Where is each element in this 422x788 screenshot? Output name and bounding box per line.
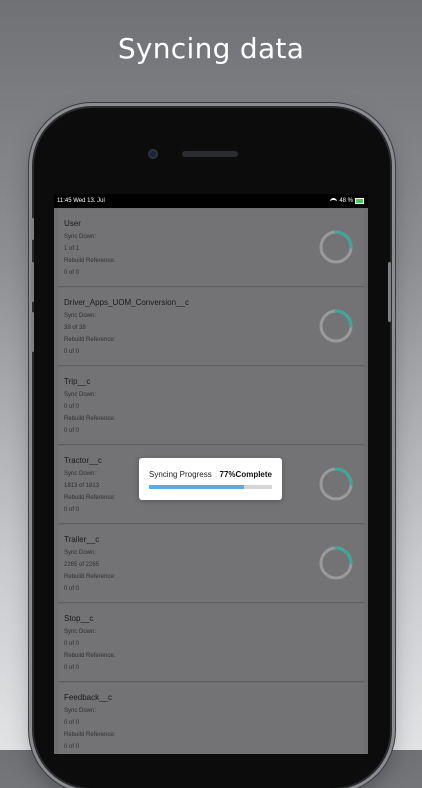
sync-down-value: 0 of 0 [64,404,80,410]
wifi-icon [330,197,338,205]
rebuild-reference-value: 0 of 0 [64,665,80,671]
sync-item-card[interactable]: Driver_Apps_UOM_Conversion__c Sync Down: 3… [58,288,364,366]
sync-item-name: Feedback__c [64,693,113,702]
rebuild-reference-value: 0 of 0 [64,428,80,434]
sync-down-value: 0 of 0 [64,641,80,647]
sync-item-name: Stop__c [64,614,94,623]
sync-down-value: 0 of 0 [64,720,80,726]
battery-icon [355,198,364,204]
sync-item-card[interactable]: User Sync Down: 1 of 1 Rebuild Reference: 0 … [58,209,364,287]
status-right: 48 % [330,194,364,208]
rebuild-reference-label: Rebuild Reference: [64,416,116,422]
sync-status-ring-icon [319,544,354,582]
sync-status-ring-icon [319,307,354,345]
rebuild-reference-label: Rebuild Reference: [64,653,116,659]
rebuild-reference-value: 0 of 0 [64,586,80,592]
sync-progress-dialog: Syncing Progress 77%Complete [139,458,282,500]
rebuild-reference-value: 0 of 0 [64,270,80,276]
rebuild-reference-value: 0 of 0 [64,349,80,355]
phone-power-button [388,262,391,322]
sync-item-card[interactable]: Feedback__c Sync Down: 0 of 0 Rebuild Refer… [58,683,364,754]
rebuild-reference-label: Rebuild Reference: [64,495,116,501]
sync-item-name: Trip__c [64,377,91,386]
rebuild-reference-label: Rebuild Reference: [64,258,116,264]
progress-percent: 77%Complete [219,470,272,479]
sync-down-value: 1813 of 1813 [64,483,100,489]
headline: Syncing data [117,32,305,65]
rebuild-reference-value: 0 of 0 [64,744,80,750]
sync-down-label: Sync Down: [64,234,97,240]
sync-down-label: Sync Down: [64,313,97,319]
earpiece-speaker [182,151,238,157]
status-bar: 11:45 Wed 13. Jul 48 % [54,194,368,208]
phone-volume-down [31,312,34,352]
rebuild-reference-label: Rebuild Reference: [64,337,116,343]
sync-down-label: Sync Down: [64,629,97,635]
sync-item-name: Tractor__c [64,456,102,465]
phone-side-button [31,218,34,240]
sync-item-name: Trailer__c [64,535,100,544]
sync-status-ring-icon [319,465,354,503]
sync-down-label: Sync Down: [64,392,97,398]
phone-volume-up [31,262,34,302]
status-time-date: 11:45 Wed 13. Jul [57,198,105,204]
sync-item-name: User [64,219,81,228]
sync-item-name: Driver_Apps_UOM_Conversion__c [64,298,189,307]
sync-item-card[interactable]: Trailer__c Sync Down: 2265 of 2265 Rebuild … [58,525,364,603]
rebuild-reference-value: 0 of 0 [64,507,80,513]
progress-fill [149,485,244,489]
progress-label: Syncing Progress [149,470,212,479]
rebuild-reference-label: Rebuild Reference: [64,574,116,580]
rebuild-reference-label: Rebuild Reference: [64,732,116,738]
progress-track [149,485,272,489]
sync-item-card[interactable]: Trip__c Sync Down: 0 of 0 Rebuild Reference… [58,367,364,445]
sync-down-value: 1 of 1 [64,246,80,252]
sync-item-card[interactable]: Stop__c Sync Down: 0 of 0 Rebuild Reference… [58,604,364,682]
sync-down-label: Sync Down: [64,708,97,714]
sync-down-value: 38 of 38 [64,325,86,331]
sync-down-label: Sync Down: [64,550,97,556]
front-camera [148,149,158,159]
sync-down-label: Sync Down: [64,471,97,477]
battery-percent: 48 % [339,198,353,204]
sync-down-value: 2265 of 2265 [64,562,100,568]
sync-status-ring-icon [319,228,354,266]
